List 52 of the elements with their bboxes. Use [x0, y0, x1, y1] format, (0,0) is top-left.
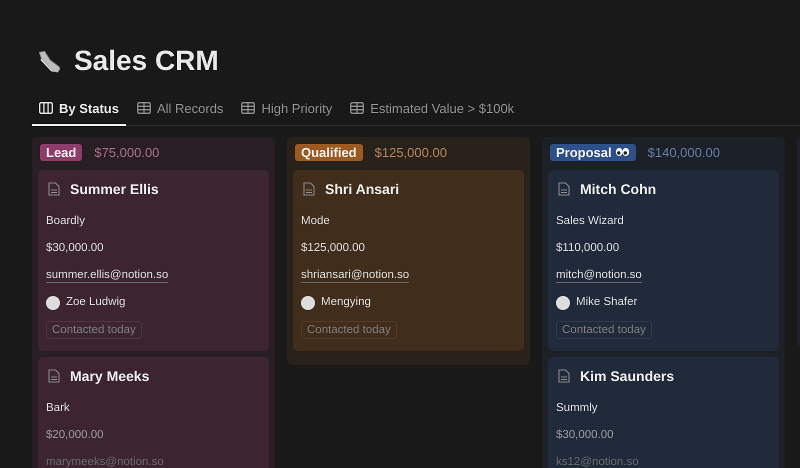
deal-card[interactable]: Summer Ellis Boardly $30,000.00 summer.ellis@notion.so Zoe Ludwig Contacted today — [38, 170, 269, 351]
deal-card[interactable]: Kim Saunders Summly $30,000.00 ks12@notion.so — [548, 357, 779, 468]
value-text: $20,000.00 — [46, 428, 105, 443]
card-title: Mitch Cohn — [580, 181, 656, 197]
card-title: Summer Ellis — [70, 181, 159, 197]
value-text: $110,000.00 — [556, 241, 620, 256]
column-total: $140,000.00 — [648, 144, 720, 160]
page-icon — [303, 182, 315, 196]
owner-name: Mike Shafer — [576, 295, 638, 310]
status-tag: Qualified — [295, 144, 363, 160]
company-text: Summly — [556, 401, 599, 416]
column-total: $75,000.00 — [94, 144, 160, 160]
board-icon — [39, 102, 53, 114]
page-icon — [558, 182, 570, 196]
card-title: Mary Meeks — [70, 368, 150, 384]
email-link[interactable]: mitch@notion.so — [556, 268, 642, 283]
contact-tag: Contacted today — [556, 320, 652, 338]
value-text: $30,000.00 — [556, 428, 615, 443]
deal-card[interactable]: Mitch Cohn Sales Wizard $110,000.00 mitch@notion.so Mike Shafer Contacted today — [548, 170, 779, 351]
avatar-icon — [301, 296, 315, 310]
view-tab[interactable]: Estimated Value > $100k — [343, 92, 522, 126]
page-icon — [48, 369, 60, 383]
company-text: Boardly — [46, 214, 86, 229]
owner-name: Mengying — [321, 295, 371, 310]
avatar-icon — [46, 296, 60, 310]
company-text: Mode — [301, 214, 331, 229]
status-tag: Proposal — [550, 144, 636, 160]
page-icon — [558, 369, 570, 383]
company-text: Bark — [46, 401, 71, 416]
avatar-icon — [556, 296, 570, 310]
deal-card[interactable]: Shri Ansari Mode $125,000.00 shriansari@notion.so Mengying Contacted today — [293, 170, 524, 351]
value-text: $30,000.00 — [46, 241, 105, 256]
table-icon — [350, 102, 364, 114]
card-title: Shri Ansari — [325, 181, 400, 197]
deal-card[interactable]: Mary Meeks Bark $20,000.00 marymeeks@notion.so — [38, 357, 269, 468]
view-tab[interactable]: By Status — [32, 92, 126, 126]
card-title: Kim Saunders — [580, 368, 674, 384]
contact-tag: Contacted today — [46, 320, 142, 338]
contact-tag: Contacted today — [301, 320, 397, 338]
view-tab[interactable]: High Priority — [234, 92, 340, 126]
status-tag: Lead — [40, 144, 82, 160]
owner-name: Zoe Ludwig — [66, 295, 126, 310]
page-icon — [48, 182, 60, 196]
email-link[interactable]: shriansari@notion.so — [301, 268, 410, 283]
table-icon — [241, 102, 256, 114]
email-link[interactable]: summer.ellis@notion.so — [46, 268, 168, 283]
view-tab[interactable]: All Records — [130, 92, 230, 126]
table-icon — [136, 102, 151, 114]
value-text: $125,000.00 — [301, 241, 366, 256]
page-title: Sales CRM — [74, 45, 219, 77]
company-text: Sales Wizard — [556, 214, 625, 229]
column-total: $125,000.00 — [374, 144, 447, 160]
